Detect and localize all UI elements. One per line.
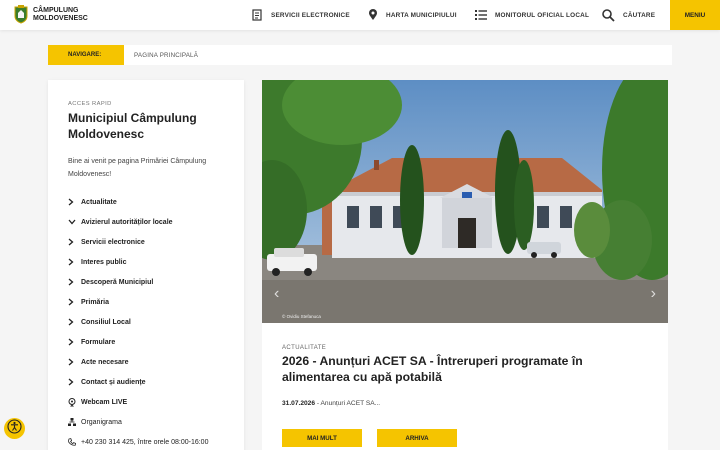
sidebar-item-label: Primăria — [81, 298, 110, 306]
sidebar-item-servicii-electronice[interactable]: Servicii electronice — [68, 232, 238, 252]
sidebar-item-webcam[interactable]: Webcam LIVE — [68, 392, 238, 412]
sidebar-item-phone[interactable]: +40 230 314 425, între orele 08:00-16:00 — [68, 432, 238, 450]
article-meta: 31.07.2026 - Anunțuri ACET SA... — [282, 400, 380, 407]
article-category: ACTUALITATE — [282, 345, 327, 351]
carousel-next-icon[interactable]: › — [651, 285, 656, 303]
sidebar-item-label: Avizierul autorităților locale — [81, 218, 173, 226]
breadcrumb: NAVIGARE: PAGINA PRINCIPALĂ — [48, 45, 672, 65]
logo-line2: MOLDOVENESC — [33, 14, 88, 22]
sidebar-item-label: Formulare — [81, 338, 116, 346]
sidebar-item-primaria[interactable]: Primăria — [68, 292, 238, 312]
chevron-right-icon — [68, 278, 81, 286]
nav-harta-municipiului[interactable]: HARTA MUNICIPIULUI — [368, 0, 457, 30]
crest-icon — [14, 5, 28, 24]
news-article: ACTUALITATE 2026 - Anunțuri ACET SA - În… — [262, 323, 668, 450]
list-icon — [475, 10, 487, 20]
sidebar-menu: Actualitate Avizierul autorităților loca… — [68, 192, 238, 450]
nav-label: CĂUTARE — [623, 11, 656, 19]
chevron-right-icon — [68, 198, 81, 206]
chevron-right-icon — [68, 378, 81, 386]
sidebar-item-acte-necesare[interactable]: Acte necesare — [68, 352, 238, 372]
sidebar-item-contact[interactable]: Contact și audiențe — [68, 372, 238, 392]
sidebar-item-actualitate[interactable]: Actualitate — [68, 192, 238, 212]
chevron-down-icon — [68, 219, 81, 225]
sidebar-item-label: Acte necesare — [81, 358, 129, 366]
nav-label: MONITORUL OFICIAL LOCAL — [495, 11, 590, 19]
sidebar-item-avizier[interactable]: Avizierul autorităților locale — [68, 212, 238, 232]
chevron-right-icon — [68, 358, 81, 366]
sidebar-title: Municipiul Câmpulung Moldovenesc — [68, 111, 197, 141]
sidebar-item-label: Actualitate — [81, 198, 117, 206]
chevron-right-icon — [68, 318, 81, 326]
sidebar-item-consiliul-local[interactable]: Consiliul Local — [68, 312, 238, 332]
chevron-right-icon — [68, 338, 81, 346]
sidebar-intro: Bine ai venit pe pagina Primăriei Câmpul… — [68, 158, 207, 178]
sidebar-item-label: Organigrama — [81, 418, 122, 426]
sidebar-item-label: Contact și audiențe — [81, 378, 146, 386]
carousel-prev-icon[interactable]: ‹ — [274, 285, 279, 303]
logo-line1: CÂMPULUNG — [33, 6, 79, 14]
chevron-right-icon — [68, 238, 81, 246]
document-icon — [252, 9, 263, 21]
sidebar-item-label: Webcam LIVE — [81, 398, 128, 406]
sidebar-item-descopera[interactable]: Descoperă Municipiul — [68, 272, 238, 292]
chevron-right-icon — [68, 298, 81, 306]
menu-button[interactable]: MENIU — [670, 0, 720, 30]
sidebar-item-label: Interes public — [81, 258, 127, 266]
chevron-right-icon — [68, 258, 81, 266]
quick-access-panel: ACCES RAPID Municipiul Câmpulung Moldove… — [48, 80, 244, 450]
webcam-icon — [68, 397, 81, 407]
article-title[interactable]: 2026 - Anunțuri ACET SA - Întreruperi pr… — [282, 353, 652, 385]
photo-credit: © Ovidiu Stefanuca — [282, 314, 321, 319]
more-button[interactable]: MAI MULT — [282, 429, 362, 447]
nav-servicii-electronice[interactable]: SERVICII ELECTRONICE — [252, 0, 350, 30]
phone-icon — [68, 438, 81, 446]
sidebar-item-label: Servicii electronice — [81, 238, 145, 246]
site-logo[interactable]: CÂMPULUNG MOLDOVENESC — [14, 5, 88, 24]
article-date: 31.07.2026 — [282, 400, 316, 407]
article-excerpt: - Anunțuri ACET SA... — [315, 400, 381, 407]
sidebar-item-organigrama[interactable]: Organigrama — [68, 412, 238, 432]
nav-cautare[interactable]: CĂUTARE — [602, 0, 655, 30]
map-pin-icon — [368, 9, 378, 21]
sidebar-item-interes-public[interactable]: Interes public — [68, 252, 238, 272]
sidebar-item-label: Descoperă Municipiul — [81, 278, 154, 286]
sidebar-item-label: +40 230 314 425, între orele 08:00-16:00 — [81, 438, 209, 446]
breadcrumb-current[interactable]: PAGINA PRINCIPALĂ — [134, 52, 198, 59]
sidebar-kicker: ACCES RAPID — [68, 101, 112, 107]
accessibility-icon — [7, 418, 22, 439]
nav-label: SERVICII ELECTRONICE — [271, 11, 350, 19]
sidebar-item-label: Consiliul Local — [81, 318, 131, 326]
hero-photo: ‹ › © Ovidiu Stefanuca — [262, 80, 668, 323]
search-icon — [602, 8, 615, 22]
site-header: CÂMPULUNG MOLDOVENESC SERVICII ELECTRONI… — [0, 0, 720, 30]
org-chart-icon — [68, 418, 81, 426]
breadcrumb-label: NAVIGARE: — [48, 45, 124, 65]
sidebar-item-formulare[interactable]: Formulare — [68, 332, 238, 352]
nav-monitorul-oficial[interactable]: MONITORUL OFICIAL LOCAL — [475, 0, 589, 30]
archive-button[interactable]: ARHIVA — [377, 429, 457, 447]
accessibility-button[interactable] — [4, 418, 25, 439]
nav-label: HARTA MUNICIPIULUI — [386, 11, 457, 19]
